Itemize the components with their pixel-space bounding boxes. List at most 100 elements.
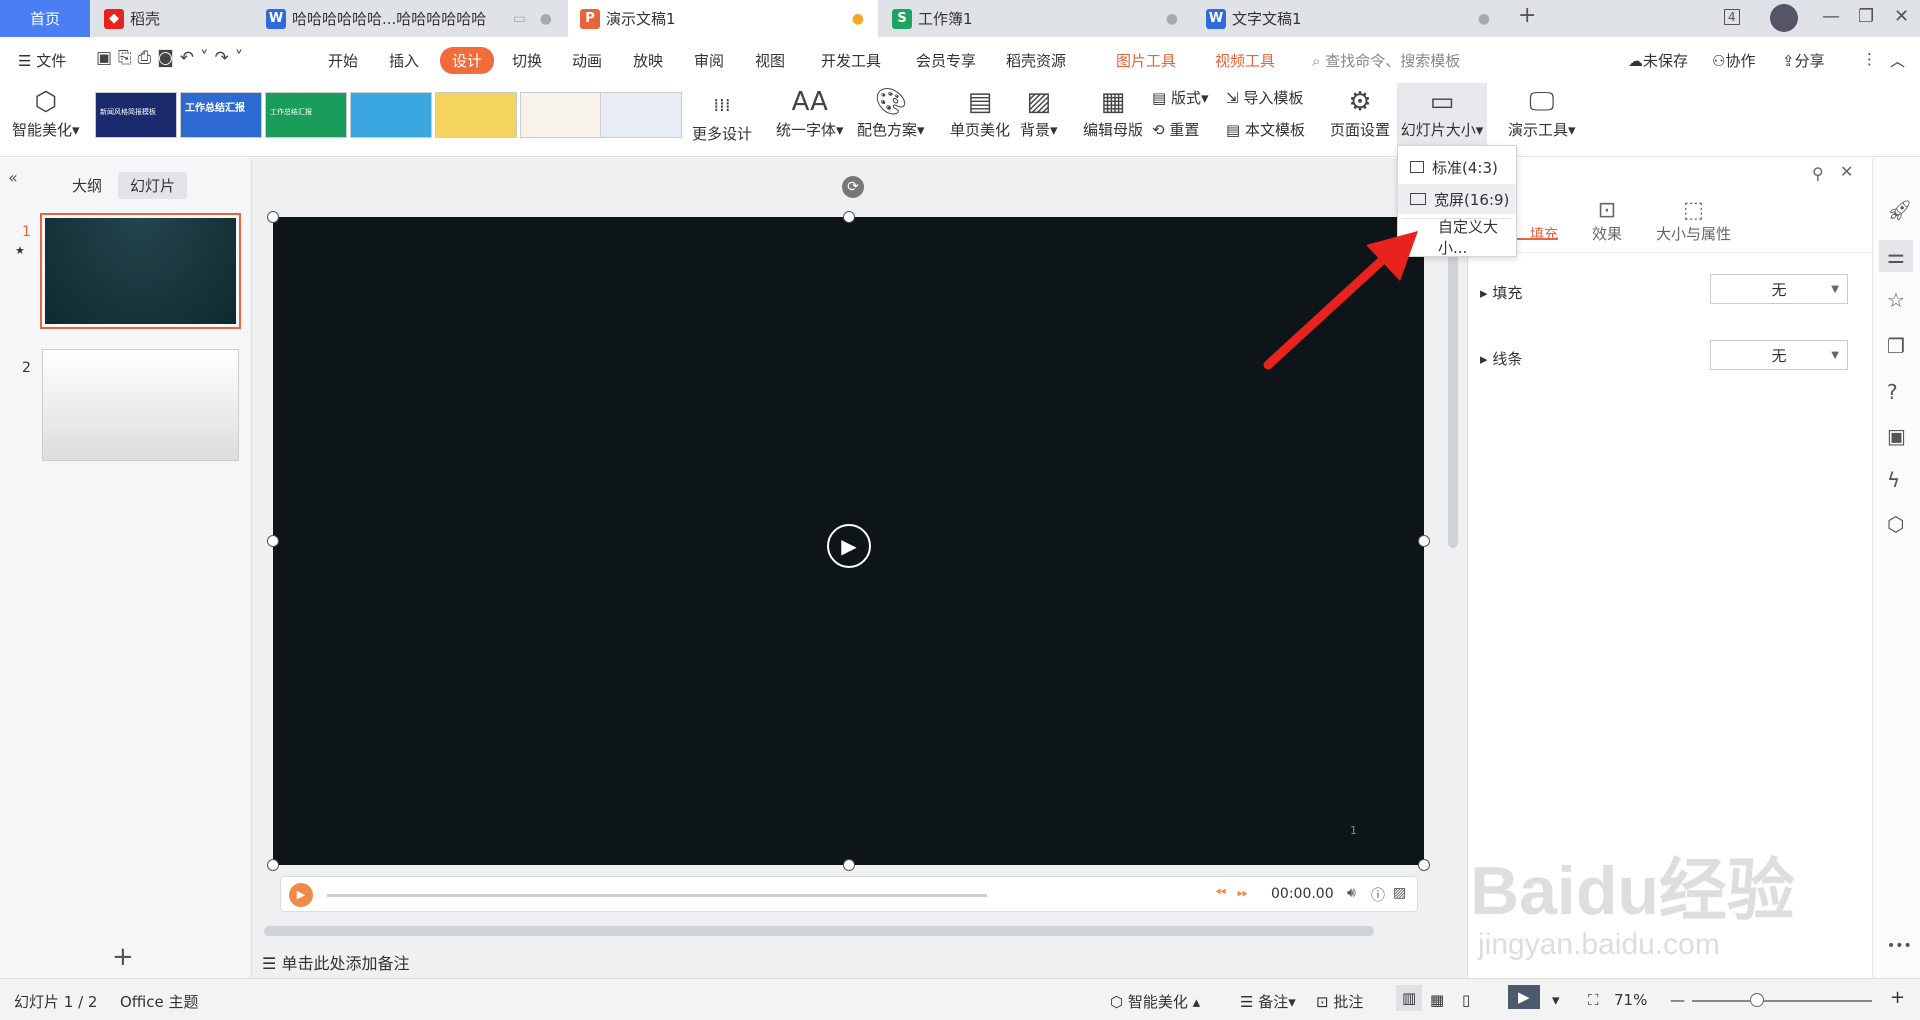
share-button[interactable]: ⇪分享: [1782, 50, 1825, 71]
collab-button[interactable]: ⚇协作: [1712, 50, 1755, 71]
rocket-icon[interactable]: 🚀︎: [1887, 198, 1912, 222]
import-template-button[interactable]: ⇲ 导入模板: [1226, 87, 1303, 108]
cube-icon[interactable]: ⬡: [1887, 512, 1904, 536]
fit-icon[interactable]: ⛶: [1588, 991, 1599, 1009]
quick-access-icons[interactable]: ▣⎘⎙◙↶˅↷˅: [96, 48, 249, 68]
menu-design[interactable]: 设计: [440, 47, 495, 74]
resize-handle[interactable]: [267, 859, 279, 871]
lightning-icon[interactable]: ϟ: [1887, 468, 1900, 492]
resize-handle[interactable]: [843, 211, 855, 223]
template-thumb-7[interactable]: [600, 92, 682, 138]
menu-view[interactable]: 视图: [755, 50, 785, 71]
resize-handle[interactable]: [1418, 535, 1430, 547]
template-thumb-3[interactable]: 工作总结汇报: [265, 92, 347, 138]
close-icon[interactable]: ✕: [1894, 6, 1909, 27]
fill-section[interactable]: ▸ 填充: [1480, 282, 1522, 303]
menu-video-tools[interactable]: 视频工具: [1215, 50, 1275, 71]
template-thumb-1[interactable]: 新闻风格简报模板: [95, 92, 177, 138]
property-icon[interactable]: ⚌: [1879, 240, 1913, 272]
star-icon[interactable]: ☆: [1887, 288, 1905, 312]
line-select[interactable]: 无 ▼: [1710, 340, 1848, 370]
file-menu[interactable]: ☰ 文件: [18, 50, 66, 71]
play-slideshow-button[interactable]: ▶: [1508, 985, 1540, 1009]
background-button[interactable]: ▨ 背景▾: [1020, 87, 1058, 140]
rotate-handle-icon[interactable]: ⟳: [842, 176, 864, 198]
new-tab-icon[interactable]: +: [1518, 3, 1536, 28]
status-comment[interactable]: ⊡ 批注: [1316, 991, 1363, 1012]
edit-master-button[interactable]: ▦ 编辑母版: [1083, 87, 1143, 140]
menu-start[interactable]: 开始: [328, 50, 358, 71]
tab-doc-long[interactable]: W 哈哈哈哈哈哈...哈哈哈哈哈哈 ▭ ●: [254, 0, 566, 37]
unify-font-button[interactable]: AA 统一字体▾: [776, 87, 844, 140]
this-doc-template-button[interactable]: ▤ 本文模板: [1226, 119, 1305, 140]
resize-handle[interactable]: [1418, 859, 1430, 871]
search-box[interactable]: ⌕ 查找命令、搜索模板: [1312, 50, 1460, 71]
menu-insert[interactable]: 插入: [389, 50, 419, 71]
play-button[interactable]: ▶: [289, 883, 313, 907]
horizontal-scrollbar[interactable]: [264, 926, 1374, 936]
unsaved-button[interactable]: ☁未保存: [1628, 50, 1688, 71]
notes-area[interactable]: ☰ 单击此处添加备注: [262, 950, 409, 974]
video-play-icon[interactable]: ▶: [827, 524, 871, 568]
menu-resources[interactable]: 稻壳资源: [1006, 50, 1066, 71]
copy-icon[interactable]: ❐: [1887, 334, 1905, 358]
status-notes[interactable]: ☰ 备注▾: [1240, 991, 1296, 1012]
more-design-button[interactable]: ⁞⁞⁞ 更多设计: [692, 91, 752, 144]
fill-select[interactable]: 无 ▼: [1710, 274, 1848, 304]
menu-animation[interactable]: 动画: [572, 50, 602, 71]
image-edit-icon[interactable]: ▣: [1887, 424, 1906, 448]
resize-handle[interactable]: [267, 211, 279, 223]
tab-effects[interactable]: ⊡ 效果: [1592, 198, 1622, 244]
sorter-view-icon[interactable]: ▦: [1430, 991, 1444, 1009]
template-thumb-2[interactable]: 工作总结汇报: [180, 92, 262, 138]
info-icon[interactable]: ⓘ: [1371, 885, 1385, 905]
tab-daoke[interactable]: ◆ 稻壳: [92, 0, 252, 37]
menu-slideshow[interactable]: 放映: [633, 50, 663, 71]
add-slide-button[interactable]: +: [112, 942, 134, 972]
zoom-slider-thumb[interactable]: [1750, 993, 1764, 1007]
layout-button[interactable]: ▤ 版式▾: [1152, 87, 1209, 108]
zoom-value[interactable]: 71%: [1614, 991, 1647, 1009]
status-smart-beautify[interactable]: ⬡ 智能美化 ▴: [1110, 991, 1200, 1012]
tab-home[interactable]: 首页: [0, 0, 90, 37]
single-page-beautify-button[interactable]: ▤ 单页美化: [950, 87, 1010, 140]
size-standard-option[interactable]: 标准(4:3): [1398, 152, 1516, 182]
menu-developer[interactable]: 开发工具: [821, 50, 881, 71]
zoom-in-icon[interactable]: +: [1890, 987, 1905, 1008]
more-icon[interactable]: •••: [1887, 938, 1912, 954]
avatar[interactable]: [1770, 4, 1798, 32]
close-panel-icon[interactable]: ✕: [1840, 162, 1853, 181]
collapse-panel-icon[interactable]: «: [8, 168, 18, 187]
template-thumb-4[interactable]: [350, 92, 432, 138]
page-setup-button[interactable]: ⚙ 页面设置: [1330, 87, 1390, 140]
slideshow-options-icon[interactable]: ▾: [1552, 991, 1560, 1009]
smart-beautify-button[interactable]: ⬡ 智能美化▾: [12, 87, 80, 140]
theme-name[interactable]: Office 主题: [120, 991, 199, 1012]
progress-track[interactable]: [327, 894, 987, 897]
tab-doc[interactable]: W 文字文稿1 ●: [1194, 0, 1504, 37]
tab-sheet[interactable]: S 工作簿1 ●: [880, 0, 1192, 37]
presentation-tools-button[interactable]: 🖵︎ 演示工具▾: [1508, 87, 1576, 140]
line-section[interactable]: ▸ 线条: [1480, 348, 1522, 369]
window-count-badge[interactable]: 4: [1724, 9, 1740, 25]
menu-review[interactable]: 审阅: [694, 50, 724, 71]
pin-icon[interactable]: ⚲: [1812, 164, 1824, 183]
volume-icon[interactable]: 🔊︎: [1347, 885, 1356, 901]
template-thumb-5[interactable]: [435, 92, 517, 138]
restore-icon[interactable]: ❐: [1858, 6, 1874, 27]
menu-picture-tools[interactable]: 图片工具: [1116, 50, 1176, 71]
zoom-out-icon[interactable]: —: [1670, 991, 1685, 1009]
slide-thumb-1[interactable]: [40, 213, 241, 329]
tab-presentation[interactable]: P 演示文稿1 ●: [568, 0, 878, 37]
collapse-ribbon-icon[interactable]: ︿: [1890, 50, 1905, 71]
menu-transition[interactable]: 切换: [512, 50, 542, 71]
reset-button[interactable]: ⟲ 重置: [1152, 119, 1199, 140]
image-icon[interactable]: ▨: [1393, 885, 1406, 901]
normal-view-icon[interactable]: ▥: [1396, 985, 1423, 1011]
resize-handle[interactable]: [843, 859, 855, 871]
more-icon[interactable]: ⋮: [1862, 50, 1877, 68]
help-icon[interactable]: ?: [1887, 380, 1898, 404]
menu-member[interactable]: 会员专享: [916, 50, 976, 71]
tab-size-props[interactable]: ⬚ 大小与属性: [1656, 198, 1731, 244]
size-wide-option[interactable]: 宽屏(16:9): [1398, 184, 1516, 214]
